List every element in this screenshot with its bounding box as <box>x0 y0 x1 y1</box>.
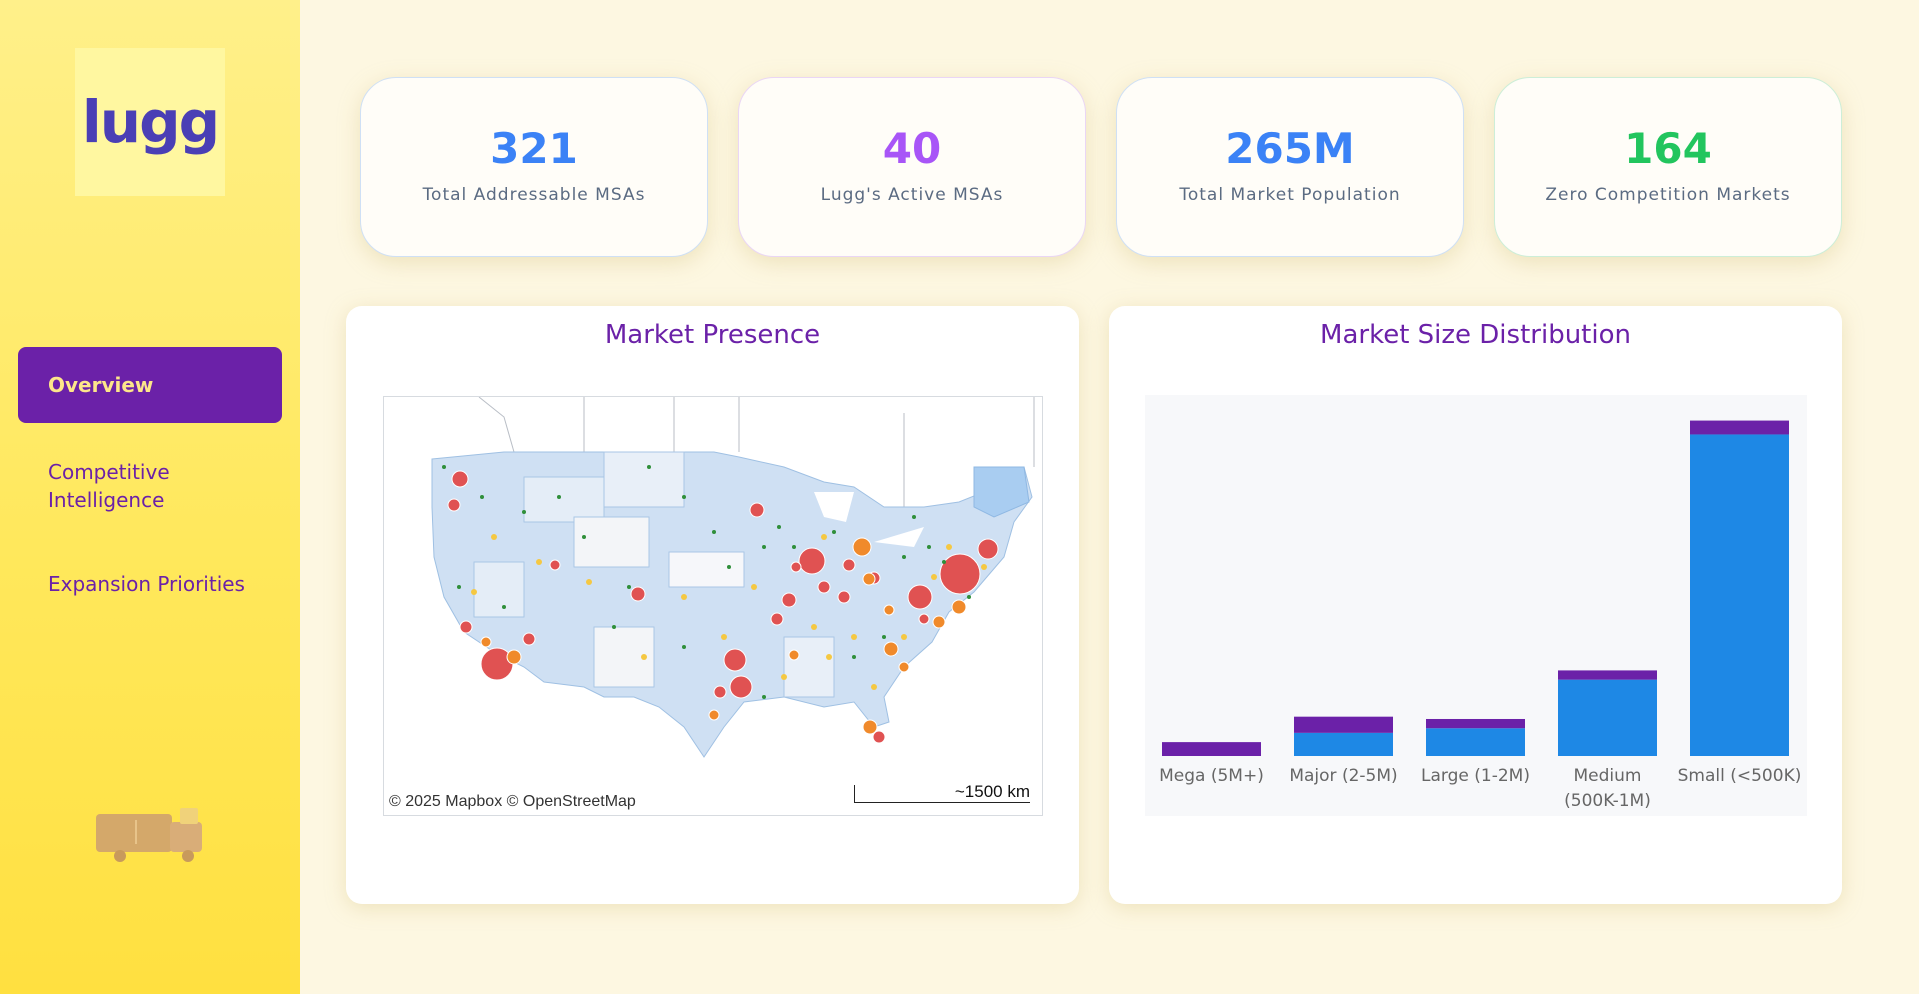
bar-segment[interactable] <box>1558 670 1657 680</box>
nav-item-label: Expansion Priorities <box>48 572 245 596</box>
kpi-label: Zero Competition Markets <box>1545 185 1791 205</box>
kpi-card-total-msas: 321 Total Addressable MSAs <box>360 77 708 257</box>
market-size-panel: Market Size Distribution Mega (5M+) Major… <box>1109 306 1842 904</box>
panel-title: Market Size Distribution <box>1320 320 1631 350</box>
x-tick-label: Small (<500K) <box>1678 766 1802 786</box>
market-map[interactable]: © 2025 Mapbox © OpenStreetMap ~1500 km <box>383 396 1043 816</box>
bar-segment[interactable] <box>1162 742 1261 756</box>
market-size-chart[interactable]: Mega (5M+) Major (2-5M) Large (1-2M) Medium… <box>1145 395 1807 816</box>
kpi-value: 265M <box>1225 124 1355 173</box>
x-tick-label: Large (1-2M) <box>1421 766 1530 786</box>
logo[interactable]: lugg <box>75 48 225 196</box>
sidebar: lugg Overview Competitive Intelligence E… <box>0 0 300 994</box>
kpi-value: 164 <box>1624 124 1712 173</box>
nav-item-label: Competitive Intelligence <box>48 460 170 512</box>
map-canvas <box>431 397 1035 758</box>
bar-segment[interactable] <box>1426 728 1525 756</box>
kpi-label: Total Market Population <box>1179 185 1401 205</box>
panel-title: Market Presence <box>604 320 821 350</box>
x-tick-label: Major (2-5M) <box>1289 766 1397 786</box>
nav-item-overview[interactable]: Overview <box>18 347 282 423</box>
bar-segment[interactable] <box>1294 732 1393 756</box>
kpi-value: 321 <box>490 124 578 173</box>
x-tick-label: Mega (5M+) <box>1159 766 1264 786</box>
nav-item-label: Overview <box>48 373 154 397</box>
kpi-label: Lugg's Active MSAs <box>820 185 1004 205</box>
bar-segment[interactable] <box>1690 434 1789 756</box>
kpi-card-market-population: 265M Total Market Population <box>1116 77 1464 257</box>
kpi-card-active-msas: 40 Lugg's Active MSAs <box>738 77 1086 257</box>
bar-segment[interactable] <box>1690 420 1789 435</box>
bar-segment[interactable] <box>1294 716 1393 733</box>
map-attribution[interactable]: © 2025 Mapbox © OpenStreetMap <box>389 793 636 811</box>
bar-segment[interactable] <box>1558 679 1657 756</box>
market-presence-panel: Market Presence © 2025 Mapbox © OpenStre… <box>346 306 1079 904</box>
bar-chart-svg: Mega (5M+) Major (2-5M) Large (1-2M) Medium… <box>1159 420 1802 811</box>
truck-icon <box>96 808 202 862</box>
x-tick-label: (500K-1M) <box>1564 791 1651 811</box>
kpi-label: Total Addressable MSAs <box>422 185 646 205</box>
x-tick-label: Medium <box>1574 766 1642 786</box>
kpi-card-zero-competition: 164 Zero Competition Markets <box>1494 77 1842 257</box>
map-scale-bar: ~1500 km <box>854 783 1030 803</box>
nav-item-competitive-intelligence[interactable]: Competitive Intelligence <box>18 458 238 514</box>
bar-segment[interactable] <box>1426 718 1525 729</box>
kpi-value: 40 <box>882 124 942 173</box>
logo-text: lugg <box>81 88 220 156</box>
nav-item-expansion-priorities[interactable]: Expansion Priorities <box>18 570 282 598</box>
